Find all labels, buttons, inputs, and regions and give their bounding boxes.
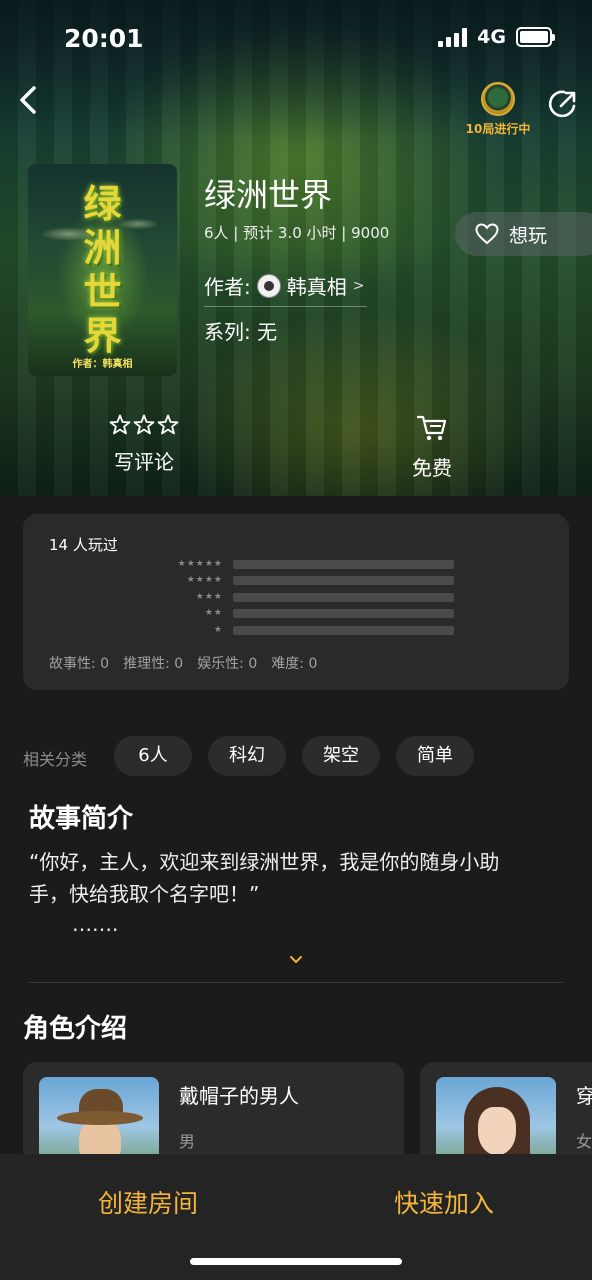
- rating-row-4: ★★★★: [163, 575, 463, 585]
- score-entertainment: 娱乐性: 0: [197, 656, 258, 672]
- chevron-right-icon: >: [352, 277, 365, 294]
- story-heading: 故事简介: [29, 804, 134, 834]
- character-gender: 女: [576, 1132, 592, 1151]
- rating-row-3-stars: ★★★: [195, 592, 223, 602]
- related-categories-label: 相关分类: [23, 750, 88, 769]
- rating-bar: [233, 625, 454, 635]
- story-ellipsis: …….: [72, 912, 119, 936]
- section-divider: [29, 982, 563, 983]
- back-button[interactable]: [12, 80, 48, 120]
- game-title: 绿洲世界: [204, 176, 333, 214]
- rating-row-1-stars: ★: [213, 625, 223, 635]
- characters-heading: 角色介绍: [23, 1014, 128, 1044]
- network-type: 4G: [477, 26, 506, 48]
- share-icon: [548, 90, 576, 118]
- write-review-label: 写评论: [114, 450, 174, 474]
- star-rating-icon: [109, 414, 179, 435]
- active-rooms-label: 10局进行中: [465, 122, 531, 136]
- score-difficulty: 难度: 0: [271, 656, 318, 672]
- rating-bar: [233, 592, 454, 602]
- story-text: “你好，主人，欢迎来到绿洲世界，我是你的随身小助手，快给我取个名字吧！”: [29, 850, 500, 906]
- tag-chip[interactable]: 简单: [396, 736, 474, 776]
- rating-row-4-stars: ★★★★: [186, 575, 223, 585]
- signal-icon: [438, 27, 468, 47]
- price-button[interactable]: 免费: [372, 414, 492, 481]
- play-count: 14 人玩过: [49, 536, 118, 554]
- write-review-button[interactable]: 写评论: [84, 414, 204, 475]
- quick-join-button[interactable]: 快速加入: [296, 1174, 592, 1234]
- expand-story-button[interactable]: [288, 952, 304, 966]
- heart-icon: [475, 223, 499, 245]
- rating-row-5-stars: ★★★★★: [177, 559, 223, 569]
- active-rooms-badge[interactable]: 10局进行中: [462, 82, 534, 137]
- rating-bar: [233, 559, 454, 569]
- battery-icon: [516, 27, 555, 47]
- tag-chip[interactable]: 科幻: [208, 736, 286, 776]
- character-name: 穿: [576, 1084, 592, 1108]
- cover-title-art: 绿 洲 世 界: [83, 182, 122, 358]
- rating-row-3: ★★★: [163, 592, 463, 602]
- rating-row-5: ★★★★★: [163, 559, 463, 569]
- cart-icon: [416, 415, 447, 441]
- score-story: 故事性: 0: [49, 656, 110, 672]
- author-avatar: [256, 273, 281, 298]
- status-indicators: 4G: [438, 26, 555, 48]
- want-to-play-label: 想玩: [509, 224, 548, 247]
- home-indicator[interactable]: [190, 1258, 402, 1265]
- status-time: 20:01: [64, 24, 144, 53]
- rating-bar: [233, 608, 454, 618]
- character-gender: 男: [179, 1132, 196, 1151]
- cover-author-art: 作者：韩真相: [72, 359, 133, 370]
- score-reasoning: 推理性: 0: [123, 656, 184, 672]
- chevron-down-icon: [290, 956, 302, 963]
- game-cover-image: 绿 洲 世 界 作者：韩真相: [28, 164, 177, 376]
- character-name: 戴帽子的男人: [179, 1084, 299, 1108]
- tag-chip[interactable]: 架空: [302, 736, 380, 776]
- series-info: 系列: 无: [204, 320, 278, 344]
- rating-summary-card: 14 人玩过 ★★★★★ ★★★★ ★★★ ★★ ★ 故事性: 0 推理性: 0…: [23, 514, 569, 690]
- want-to-play-button[interactable]: 想玩: [455, 212, 592, 256]
- chevron-left-icon: [20, 86, 36, 114]
- score-breakdown: 故事性: 0 推理性: 0 娱乐性: 0 难度: 0: [49, 653, 317, 673]
- rating-row-2-stars: ★★: [204, 608, 223, 618]
- tag-chip[interactable]: 6人: [114, 736, 192, 776]
- share-button[interactable]: [547, 88, 579, 120]
- game-meta: 6人 | 预计 3.0 小时 | 9000: [204, 224, 390, 242]
- rating-bar: [233, 575, 454, 585]
- create-room-button[interactable]: 创建房间: [0, 1174, 296, 1234]
- rating-row-2: ★★: [163, 608, 463, 618]
- author-link[interactable]: 作者: 韩真相 >: [204, 271, 367, 307]
- medal-icon: [481, 82, 515, 116]
- bottom-action-bar: 创建房间 快速加入: [0, 1154, 592, 1280]
- price-label: 免费: [412, 456, 452, 480]
- author-label: 作者:: [204, 275, 251, 299]
- rating-row-1: ★: [163, 625, 463, 635]
- author-name: 韩真相: [286, 275, 347, 299]
